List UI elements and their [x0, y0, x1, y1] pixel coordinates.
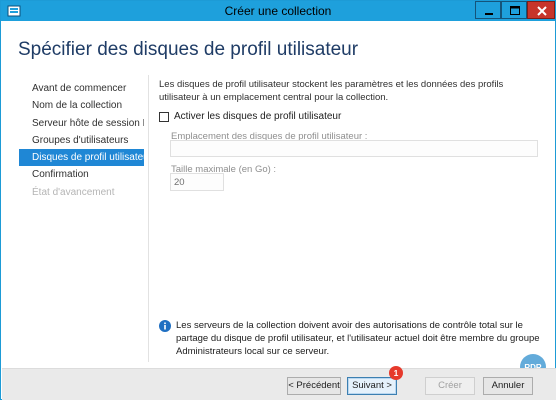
nav-item-before-you-begin[interactable]: Avant de commencer: [19, 80, 144, 97]
description-text: Les disques de profil utilisateur stocke…: [159, 79, 504, 103]
nav-item-user-profile-disks[interactable]: Disques de profil utilisateur: [19, 149, 144, 167]
nav-item-confirmation[interactable]: Confirmation: [19, 166, 144, 183]
close-button[interactable]: [527, 1, 555, 19]
title-bar[interactable]: Créer une collection: [1, 1, 555, 21]
nav-item-user-groups[interactable]: Groupes d'utilisateurs: [19, 132, 144, 149]
maximize-icon: [510, 6, 520, 15]
minimize-icon: [485, 13, 493, 15]
maximize-button[interactable]: [501, 1, 527, 19]
nav-item-session-host[interactable]: Serveur hôte de session B...: [19, 115, 144, 132]
max-size-input[interactable]: 20: [170, 173, 224, 191]
enable-upd-label[interactable]: Activer les disques de profil utilisateu…: [174, 111, 341, 122]
wizard-window: Créer une collection Spécifier des disqu…: [0, 0, 556, 400]
nav-item-progress: État d'avancement: [32, 186, 115, 198]
wizard-nav: Avant de commencer Nom de la collection …: [19, 80, 144, 201]
window-title: Créer une collection: [224, 4, 332, 18]
next-button[interactable]: Suivant >: [347, 377, 397, 395]
minimize-button[interactable]: [475, 1, 501, 19]
close-icon: [537, 6, 547, 16]
info-icon: [159, 320, 171, 332]
step-badge: 1: [389, 366, 403, 380]
previous-button[interactable]: < Précédent: [287, 377, 341, 395]
cancel-button[interactable]: Annuler: [483, 377, 533, 395]
create-button: Créer: [425, 377, 475, 395]
page-title: Spécifier des disques de profil utilisat…: [18, 39, 359, 60]
nav-divider: [148, 75, 149, 362]
location-input[interactable]: [170, 140, 538, 157]
enable-upd-checkbox[interactable]: [159, 112, 169, 122]
nav-item-collection-name[interactable]: Nom de la collection: [19, 97, 144, 114]
info-message: Les serveurs de la collection doivent av…: [176, 320, 540, 357]
